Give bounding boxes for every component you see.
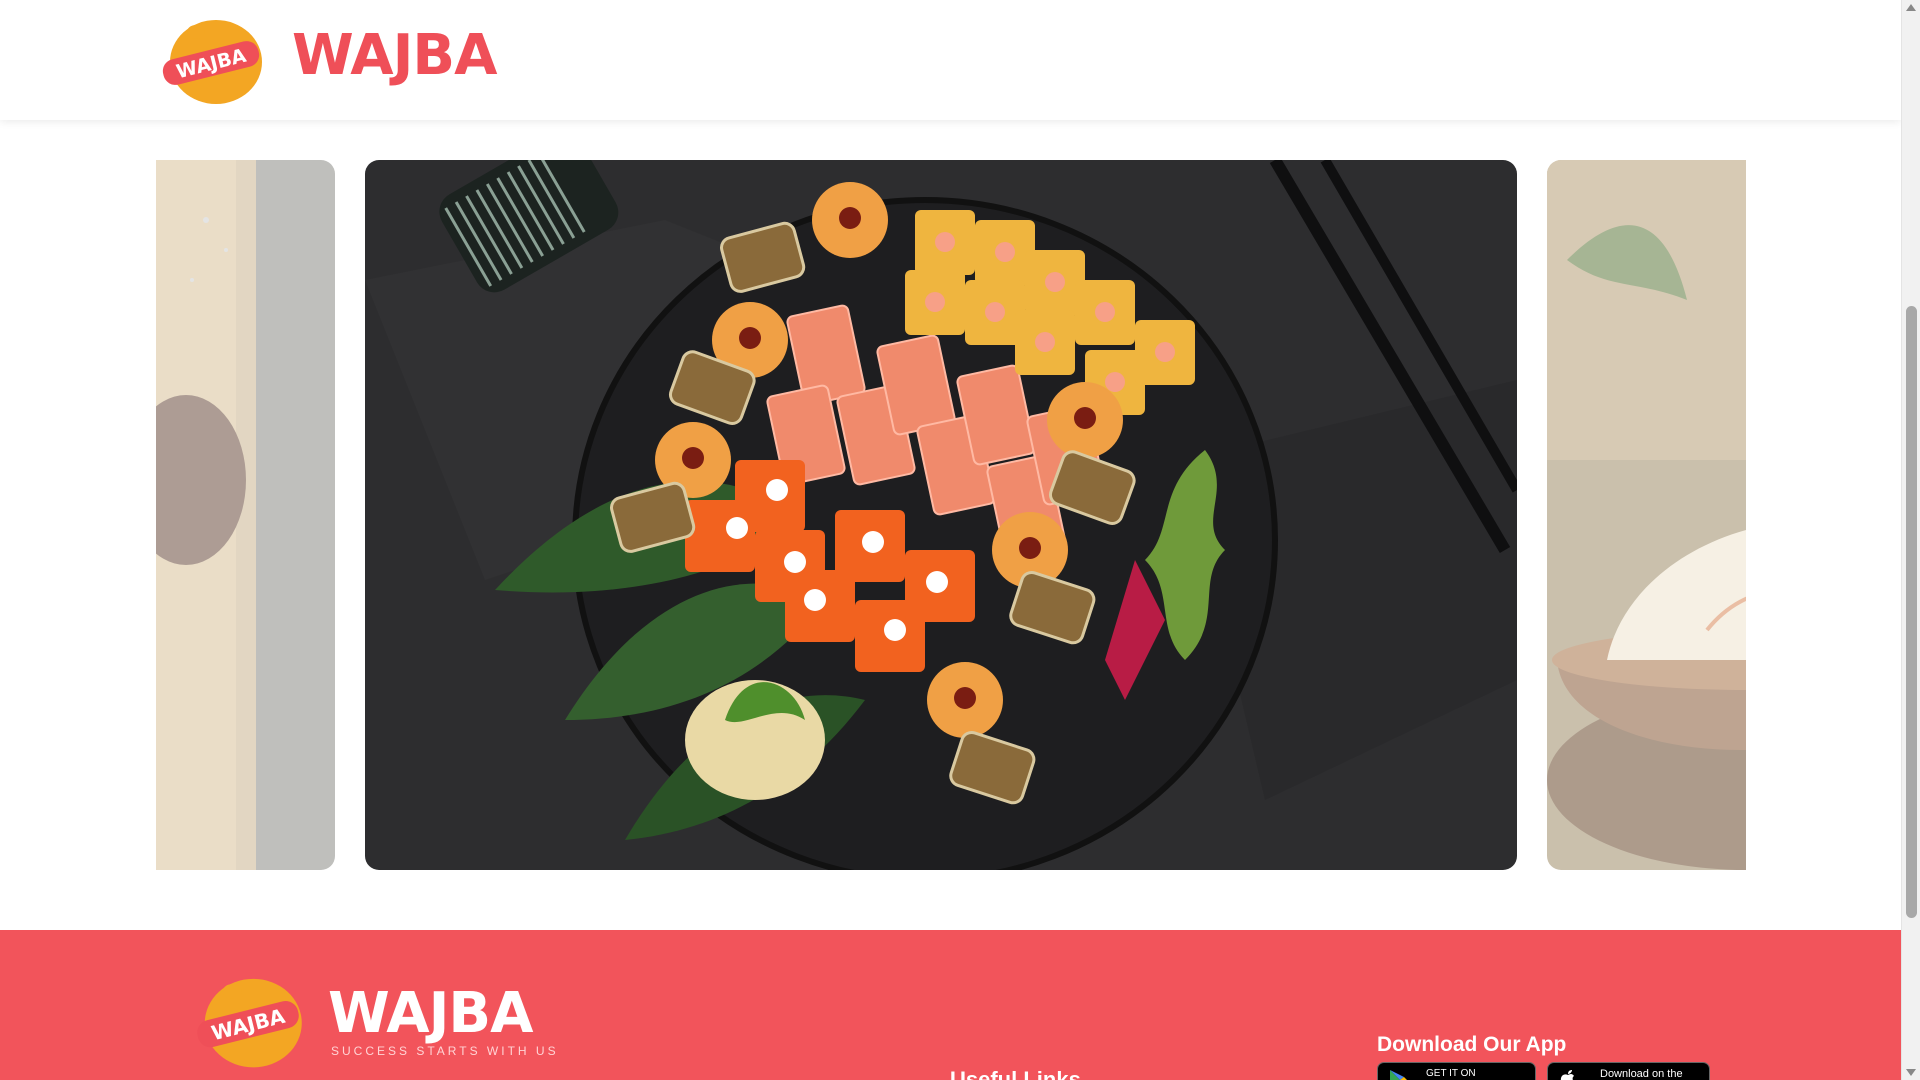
scroll-down-arrow-icon[interactable] <box>1906 1069 1916 1076</box>
page: WAJBA WAJBA WAJBA WAJBA SUCCESS STARTS W… <box>0 0 1901 1080</box>
footer-tagline: SUCCESS STARTS WITH US <box>331 1044 559 1058</box>
download-app-title: Download Our App <box>1377 1033 1567 1056</box>
apple-icon <box>1560 1070 1574 1080</box>
app-store-label: Download on the <box>1600 1068 1683 1080</box>
google-play-label: GET IT ON <box>1426 1068 1476 1079</box>
scroll-up-arrow-icon[interactable] <box>1906 4 1916 11</box>
google-play-icon <box>1390 1070 1407 1080</box>
useful-links-title: Useful Links <box>950 1067 1081 1080</box>
sushi-platter-image <box>365 160 1517 870</box>
brand-name[interactable]: WAJBA <box>292 22 497 90</box>
app-store-button[interactable]: Download on the <box>1547 1062 1710 1080</box>
footer-brand-name[interactable]: WAJBA <box>328 984 533 1044</box>
rice-bowl-dish-image <box>1547 160 1746 870</box>
wajba-logo-badge[interactable]: WAJBA <box>156 12 266 108</box>
scrollbar-thumb[interactable] <box>1906 306 1917 918</box>
image-carousel[interactable] <box>156 160 1746 870</box>
google-play-button[interactable]: GET IT ON <box>1377 1062 1536 1080</box>
carousel-slide-active[interactable] <box>365 160 1517 870</box>
footer-logo-badge[interactable]: WAJBA <box>190 970 306 1072</box>
carousel-slide-previous[interactable] <box>156 160 335 870</box>
page-scrollbar[interactable] <box>1901 0 1920 1080</box>
wooden-board-dish-image <box>156 160 335 870</box>
site-footer: WAJBA WAJBA SUCCESS STARTS WITH US Usefu… <box>0 930 1901 1080</box>
carousel-slide-next[interactable] <box>1547 160 1746 870</box>
site-header: WAJBA WAJBA <box>0 0 1901 120</box>
